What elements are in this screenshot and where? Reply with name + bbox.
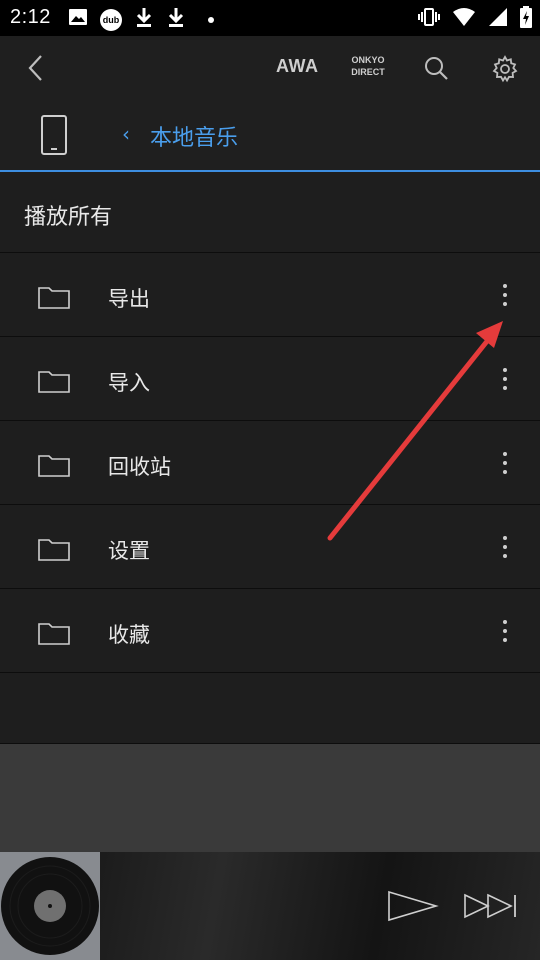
kebab-dot-icon bbox=[503, 461, 507, 465]
breadcrumb: ‹ 本地音乐 bbox=[0, 100, 540, 172]
status-time: 2:12 bbox=[10, 6, 51, 28]
folder-item-label: 设置 bbox=[108, 539, 150, 563]
more-options-button[interactable] bbox=[490, 359, 520, 399]
folder-item-settings[interactable]: 设置 bbox=[0, 505, 540, 589]
phone-device-icon[interactable] bbox=[40, 114, 68, 160]
player-bar bbox=[0, 852, 540, 960]
app-header: AWA ONKYO DIRECT bbox=[0, 36, 540, 100]
folder-icon bbox=[38, 285, 70, 313]
gear-icon bbox=[492, 55, 518, 83]
status-right-icons bbox=[418, 6, 532, 33]
vinyl-record-icon bbox=[1, 857, 99, 955]
kebab-dot-icon bbox=[503, 545, 507, 549]
kebab-dot-icon bbox=[503, 386, 507, 390]
download-icon bbox=[134, 6, 154, 33]
folder-item-label: 收藏 bbox=[108, 623, 150, 647]
search-icon bbox=[425, 57, 448, 80]
kebab-dot-icon bbox=[503, 470, 507, 474]
folder-item-recycle-bin[interactable]: 回收站 bbox=[0, 421, 540, 505]
folder-item-label: 导入 bbox=[108, 371, 150, 395]
vibrate-icon bbox=[418, 7, 440, 32]
folder-icon bbox=[38, 369, 70, 397]
next-track-button[interactable] bbox=[462, 890, 520, 922]
chevron-left-icon bbox=[28, 55, 42, 81]
kebab-dot-icon bbox=[503, 638, 507, 642]
folder-item-favorites[interactable]: 收藏 bbox=[0, 589, 540, 673]
more-options-button[interactable] bbox=[490, 443, 520, 483]
kebab-dot-icon bbox=[503, 620, 507, 624]
folder-item-label: 回收站 bbox=[108, 455, 171, 479]
kebab-dot-icon bbox=[503, 554, 507, 558]
dub-icon: dub bbox=[100, 8, 122, 31]
list-empty-area bbox=[0, 673, 540, 744]
search-button[interactable] bbox=[420, 52, 452, 84]
kebab-dot-icon bbox=[503, 377, 507, 381]
album-art-vinyl[interactable] bbox=[0, 852, 100, 960]
back-button[interactable] bbox=[18, 50, 54, 86]
breadcrumb-title[interactable]: 本地音乐 bbox=[150, 120, 238, 152]
kebab-dot-icon bbox=[503, 293, 507, 297]
folder-icon bbox=[38, 453, 70, 481]
status-bar: 2:12 dub bbox=[0, 0, 540, 36]
play-button[interactable] bbox=[386, 888, 440, 924]
skip-next-icon bbox=[464, 893, 516, 919]
kebab-dot-icon bbox=[503, 536, 507, 540]
folder-list: 导出 导入 回收站 设置 收藏 bbox=[0, 253, 540, 673]
play-all-button[interactable]: 播放所有 bbox=[0, 172, 540, 253]
kebab-dot-icon bbox=[503, 368, 507, 372]
status-left-icons: dub bbox=[68, 6, 214, 33]
more-options-button[interactable] bbox=[490, 527, 520, 567]
kebab-dot-icon bbox=[503, 284, 507, 288]
signal-icon bbox=[488, 7, 508, 32]
more-options-button[interactable] bbox=[490, 611, 520, 651]
mini-info-panel bbox=[0, 744, 540, 852]
notification-dot-icon bbox=[208, 16, 214, 23]
kebab-dot-icon bbox=[503, 452, 507, 456]
play-icon bbox=[388, 890, 439, 922]
dub-icon-text: dub bbox=[102, 14, 120, 25]
kebab-dot-icon bbox=[503, 629, 507, 633]
image-icon bbox=[68, 7, 88, 32]
awa-logo-button[interactable]: AWA bbox=[276, 56, 319, 77]
battery-charging-icon bbox=[520, 6, 532, 33]
folder-item-export[interactable]: 导出 bbox=[0, 253, 540, 337]
kebab-dot-icon bbox=[503, 302, 507, 306]
more-options-button[interactable] bbox=[490, 275, 520, 315]
onkyo-direct-logo-button[interactable]: ONKYO DIRECT bbox=[344, 54, 392, 78]
onkyo-logo-line1: ONKYO bbox=[351, 55, 385, 65]
settings-button[interactable] bbox=[488, 52, 522, 86]
onkyo-logo-line2: DIRECT bbox=[351, 67, 385, 77]
app-screen: 2:12 dub AWA ONKYO DIRECT ‹ 本地音乐 播放所有 导出… bbox=[0, 0, 540, 960]
folder-icon bbox=[38, 537, 70, 565]
download-icon bbox=[166, 6, 186, 33]
wifi-icon bbox=[452, 7, 476, 32]
breadcrumb-back-chevron-icon[interactable]: ‹ bbox=[122, 122, 130, 146]
folder-icon bbox=[38, 621, 70, 649]
folder-item-label: 导出 bbox=[108, 287, 150, 311]
folder-item-import[interactable]: 导入 bbox=[0, 337, 540, 421]
play-all-label: 播放所有 bbox=[24, 205, 113, 230]
